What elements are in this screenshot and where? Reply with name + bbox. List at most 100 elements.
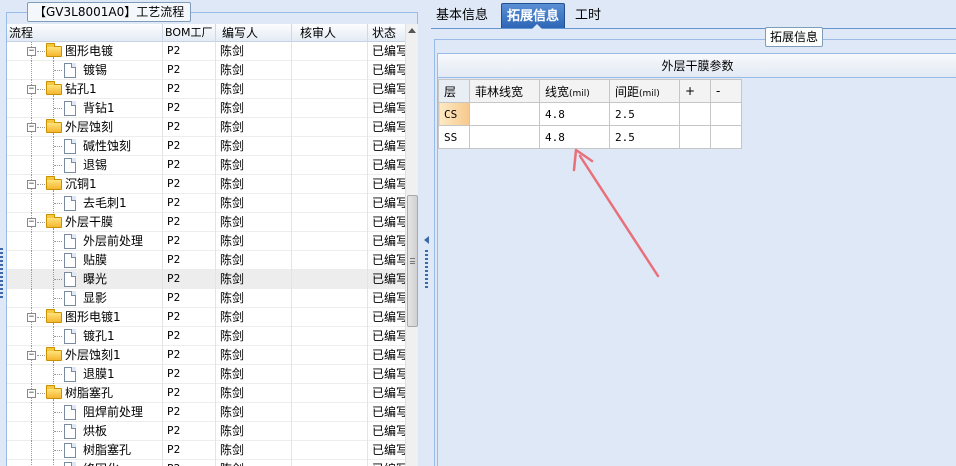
- tree-node[interactable]: 曝光: [7, 270, 163, 289]
- tree-row[interactable]: 去毛刺1 P2 陈剑 已编写: [7, 194, 412, 213]
- tree-row[interactable]: 终固化P2陈剑已编写: [7, 460, 412, 466]
- tree-node[interactable]: − 树脂塞孔: [7, 384, 163, 403]
- tree-node[interactable]: 树脂塞孔: [7, 441, 163, 460]
- tree-node[interactable]: − 外层蚀刻1: [7, 346, 163, 365]
- spacing-cell[interactable]: 2.5: [609, 102, 680, 126]
- tree-node[interactable]: 退膜1: [7, 365, 163, 384]
- tree-row[interactable]: 镀孔1 P2 陈剑 已编写: [7, 327, 412, 346]
- tab-basic-info[interactable]: 基本信息: [431, 3, 493, 28]
- tree-node[interactable]: − 外层干膜: [7, 213, 163, 232]
- tree-vertical-scrollbar[interactable]: [405, 24, 418, 466]
- tree-row[interactable]: 碱性蚀刻 P2 陈剑 已编写: [7, 137, 412, 156]
- grip-icon: [410, 258, 415, 264]
- params-col-line-width-label: 线宽: [545, 84, 570, 99]
- column-header-flow[interactable]: 流程: [7, 24, 163, 42]
- tree-node-label: 图形电镀: [65, 44, 114, 58]
- tree-node[interactable]: 碱性蚀刻: [7, 137, 163, 156]
- tree-node[interactable]: − 图形电镀1: [7, 308, 163, 327]
- film-width-cell[interactable]: [469, 125, 540, 149]
- collapse-toggle-icon[interactable]: −: [27, 85, 36, 94]
- minus-cell[interactable]: [710, 125, 742, 149]
- tree-row[interactable]: 烘板 P2 陈剑 已编写: [7, 422, 412, 441]
- author-cell: 陈剑: [216, 194, 292, 213]
- params-table: 层 菲林线宽 线宽(mil) 间距(mil) + - CS 4.8 2.5 SS…: [438, 79, 742, 149]
- tree-node[interactable]: 烘板: [7, 422, 163, 441]
- collapse-toggle-icon[interactable]: −: [27, 47, 36, 56]
- tree-row[interactable]: 镀锡 P2 陈剑 已编写: [7, 61, 412, 80]
- tree-row[interactable]: − 树脂塞孔 P2 陈剑 已编写: [7, 384, 412, 403]
- tree-node[interactable]: 显影: [7, 289, 163, 308]
- tree-node[interactable]: − 外层蚀刻: [7, 118, 163, 137]
- collapse-toggle-icon[interactable]: −: [27, 351, 36, 360]
- author-cell: 陈剑: [216, 137, 292, 156]
- tree-node[interactable]: 外层前处理: [7, 232, 163, 251]
- minus-cell[interactable]: [710, 102, 742, 126]
- line-width-cell[interactable]: 4.8: [539, 125, 610, 149]
- tree-row[interactable]: 阻焊前处理 P2 陈剑 已编写: [7, 403, 412, 422]
- params-col-minus[interactable]: -: [710, 79, 742, 103]
- collapse-toggle-icon[interactable]: −: [27, 180, 36, 189]
- tree-row[interactable]: 退锡 P2 陈剑 已编写: [7, 156, 412, 175]
- tree-row[interactable]: − 外层干膜 P2 陈剑 已编写: [7, 213, 412, 232]
- folder-icon: [46, 119, 62, 133]
- tree-node[interactable]: 镀锡: [7, 61, 163, 80]
- tree-row[interactable]: − 钻孔1 P2 陈剑 已编写: [7, 80, 412, 99]
- tree-row[interactable]: 外层前处理 P2 陈剑 已编写: [7, 232, 412, 251]
- column-header-reviewer[interactable]: 核审人: [292, 24, 368, 42]
- panel-splitter[interactable]: [423, 0, 431, 466]
- reviewer-cell: [292, 422, 368, 441]
- tree-row[interactable]: 背钻1 P2 陈剑 已编写: [7, 99, 412, 118]
- tree-node[interactable]: 终固化: [7, 460, 163, 466]
- splitter-grip-icon: [425, 250, 428, 290]
- spacing-cell[interactable]: 2.5: [609, 125, 680, 149]
- collapse-toggle-icon[interactable]: −: [27, 313, 36, 322]
- left-edge-grip[interactable]: [0, 248, 3, 298]
- plus-cell[interactable]: [679, 125, 711, 149]
- tree-node[interactable]: 背钻1: [7, 99, 163, 118]
- tree-row[interactable]: 曝光 P2 陈剑 已编写: [7, 270, 412, 289]
- tab-extended-info[interactable]: 拓展信息: [501, 3, 566, 29]
- tree-row[interactable]: 显影 P2 陈剑 已编写: [7, 289, 412, 308]
- line-width-cell[interactable]: 4.8: [539, 102, 610, 126]
- tree-row[interactable]: − 图形电镀 P2 陈剑 已编写: [7, 42, 412, 61]
- tree-node[interactable]: 去毛刺1: [7, 194, 163, 213]
- scroll-up-icon[interactable]: [408, 28, 416, 33]
- tree-row[interactable]: − 外层蚀刻 P2 陈剑 已编写: [7, 118, 412, 137]
- author-cell: 陈剑: [216, 403, 292, 422]
- bom-cell: P2: [163, 308, 216, 327]
- layer-cell[interactable]: SS: [438, 125, 470, 149]
- bom-cell: P2: [163, 194, 216, 213]
- tab-work-hours[interactable]: 工时: [570, 3, 606, 28]
- tree-node[interactable]: − 图形电镀: [7, 42, 163, 61]
- plus-cell[interactable]: [679, 102, 711, 126]
- column-header-bom[interactable]: BOM工厂: [163, 24, 216, 42]
- column-header-author[interactable]: 编写人: [216, 24, 292, 42]
- tree-row[interactable]: 贴膜 P2 陈剑 已编写: [7, 251, 412, 270]
- tree-node[interactable]: 退锡: [7, 156, 163, 175]
- tree-line: [54, 450, 62, 451]
- tree-node[interactable]: 阻焊前处理: [7, 403, 163, 422]
- scroll-thumb[interactable]: [407, 195, 418, 327]
- collapse-toggle-icon[interactable]: −: [27, 123, 36, 132]
- tree-row[interactable]: − 沉铜1 P2 陈剑 已编写: [7, 175, 412, 194]
- tree-row[interactable]: − 外层蚀刻1 P2 陈剑 已编写: [7, 346, 412, 365]
- film-width-cell[interactable]: [469, 102, 540, 126]
- tree-node[interactable]: − 钻孔1: [7, 80, 163, 99]
- collapse-toggle-icon[interactable]: −: [27, 389, 36, 398]
- tree-node[interactable]: 镀孔1: [7, 327, 163, 346]
- collapse-toggle-icon[interactable]: −: [27, 218, 36, 227]
- layer-cell[interactable]: CS: [438, 102, 470, 126]
- tree-node[interactable]: 贴膜: [7, 251, 163, 270]
- author-cell: 陈剑: [216, 61, 292, 80]
- tree-row[interactable]: 退膜1 P2 陈剑 已编写: [7, 365, 412, 384]
- document-icon: [64, 443, 76, 458]
- params-col-plus[interactable]: +: [679, 79, 711, 103]
- reviewer-cell: [292, 232, 368, 251]
- tree-node[interactable]: − 沉铜1: [7, 175, 163, 194]
- tree-line: [54, 279, 62, 280]
- tree-line: [37, 89, 45, 90]
- tree-row[interactable]: 树脂塞孔 P2 陈剑 已编写: [7, 441, 412, 460]
- tree-row[interactable]: − 图形电镀1 P2 陈剑 已编写: [7, 308, 412, 327]
- collapse-left-icon[interactable]: [424, 236, 429, 244]
- folder-icon: [46, 43, 62, 57]
